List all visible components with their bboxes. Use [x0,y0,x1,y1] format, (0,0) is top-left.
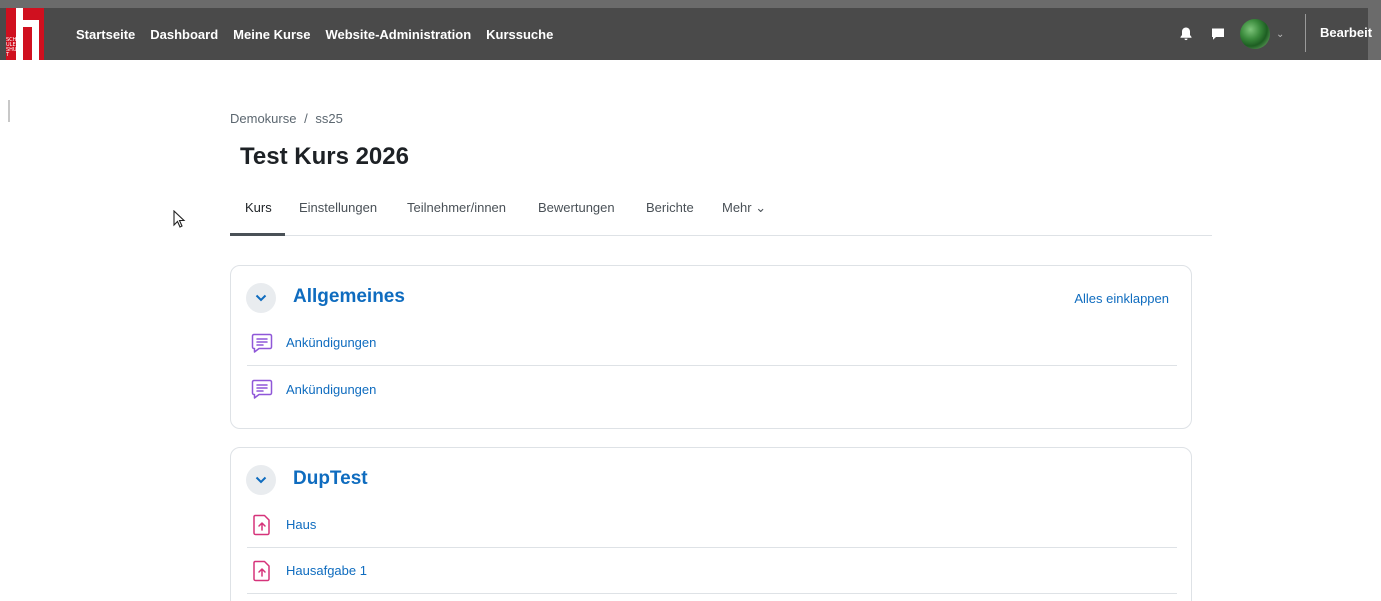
nav-link-startseite[interactable]: Startseite [76,27,135,42]
mouse-pointer-icon [173,210,186,228]
chevron-down-icon [255,476,267,484]
navbar-divider [1305,14,1306,52]
nav-link-kurssuche[interactable]: Kurssuche [486,27,553,42]
assignment-icon [253,560,270,581]
activity-name[interactable]: Ankündigungen [286,382,376,397]
page-title: Test Kurs 2026 [240,143,409,170]
logo-text: SCHULE SHUT [6,37,17,58]
nav-link-meine-kurse[interactable]: Meine Kurse [233,27,310,42]
collapse-all-link[interactable]: Alles einklappen [1074,291,1169,306]
activity-item[interactable]: Hausafgabe 1 [247,548,1177,594]
user-menu-chevron-down-icon[interactable]: ⌄ [1276,29,1284,40]
section-title[interactable]: Allgemeines [293,286,405,308]
breadcrumb-separator: / [304,111,308,126]
activity-item[interactable]: Ankündigungen [247,366,1177,412]
course-section-allgemeines: Allgemeines Alles einklappen Ankündigung… [230,265,1192,429]
breadcrumb: Demokurse / ss25 [230,111,343,126]
site-logo[interactable]: SCHULE SHUT [6,8,44,60]
activity-name[interactable]: Hausafgabe 1 [286,563,367,578]
navbar-user-area: ⌄ [1172,8,1284,60]
activity-item[interactable]: Haus [247,502,1177,548]
activity-name[interactable]: Ankündigungen [286,335,376,350]
user-avatar[interactable] [1240,19,1270,49]
forum-icon [251,379,273,399]
primary-navigation: Startseite Dashboard Meine Kurse Website… [76,8,553,60]
breadcrumb-item-ss25[interactable]: ss25 [315,111,342,126]
forum-icon [251,333,273,353]
nav-link-website-administration[interactable]: Website-Administration [325,27,471,42]
messages-icon[interactable] [1210,26,1226,42]
tab-mehr[interactable]: Mehr ⌄ [722,193,766,236]
edit-mode-toggle[interactable]: Bearbeit [1320,25,1372,40]
tab-berichte[interactable]: Berichte [646,193,694,236]
section-collapse-toggle[interactable] [246,283,276,313]
tab-kurs[interactable]: Kurs [230,193,285,236]
tab-einstellungen[interactable]: Einstellungen [299,193,377,236]
section-title[interactable]: DupTest [293,468,368,490]
tab-bewertungen[interactable]: Bewertungen [538,193,615,236]
course-tabs: Kurs Einstellungen Teilnehmer/innen Bewe… [230,193,1212,236]
chevron-down-icon [255,294,267,302]
tab-teilnehmer[interactable]: Teilnehmer/innen [407,193,506,236]
drawer-edge-marker [8,100,10,122]
activity-item[interactable]: Ankündigungen [247,320,1177,366]
section-collapse-toggle[interactable] [246,465,276,495]
activity-name[interactable]: Haus [286,517,316,532]
course-section-duptest: DupTest Haus Hausafgabe 1 [230,447,1192,601]
nav-link-dashboard[interactable]: Dashboard [150,27,218,42]
breadcrumb-item-demokurse[interactable]: Demokurse [230,111,296,126]
assignment-icon [253,514,270,535]
notification-bell-icon[interactable] [1178,26,1194,42]
